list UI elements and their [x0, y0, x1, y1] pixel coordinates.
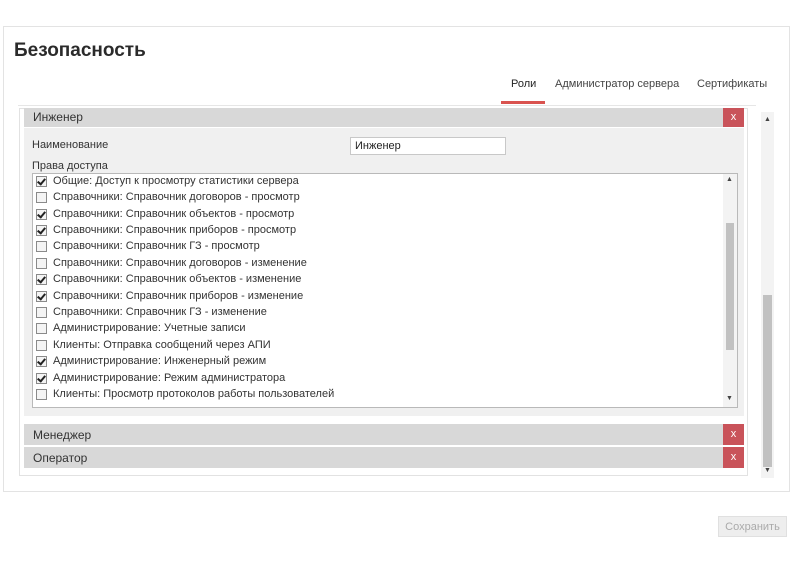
permission-item[interactable]: Общие: Доступ к просмотру статистики сер…	[36, 174, 299, 189]
checkbox-checked-icon[interactable]	[36, 273, 47, 285]
permission-item[interactable]: Администрирование: Инженерный режим	[36, 353, 266, 369]
tab-server-admin[interactable]: Администратор сервера	[555, 78, 679, 90]
delete-role-button[interactable]: x	[723, 108, 744, 127]
page-title: Безопасность	[14, 40, 146, 61]
scroll-down-arrow-icon[interactable]: ▼	[764, 467, 771, 474]
checkbox-checked-icon[interactable]	[36, 208, 47, 220]
permission-item[interactable]: Справочники: Справочник договоров - изме…	[36, 255, 307, 271]
role-header-engineer[interactable]: Инженер x	[24, 108, 744, 127]
checkbox-unchecked-icon[interactable]	[36, 240, 47, 252]
checkbox-checked-icon[interactable]	[36, 290, 47, 302]
name-label: Наименование	[32, 139, 109, 151]
tabs-divider	[18, 105, 756, 106]
permission-item[interactable]: Справочники: Справочник объектов - измен…	[36, 271, 301, 287]
scrollbar-thumb[interactable]	[763, 295, 772, 467]
permission-item[interactable]: Клиенты: Отправка сообщений через АПИ	[36, 337, 271, 353]
role-name-input[interactable]	[350, 137, 506, 155]
role-name: Инженер	[33, 110, 83, 124]
scroll-down-arrow-icon[interactable]: ▼	[726, 395, 733, 402]
rights-label: Права доступа	[32, 160, 108, 172]
permissions-scrollbar[interactable]: ▲ ▼	[723, 174, 737, 407]
permission-item[interactable]: Справочники: Справочник приборов - измен…	[36, 288, 303, 304]
checkbox-checked-icon[interactable]	[36, 175, 47, 187]
tab-bar: Роли Администратор сервера Сертификаты	[0, 78, 800, 106]
scroll-up-arrow-icon[interactable]: ▲	[764, 116, 771, 123]
permissions-list[interactable]: Общие: Доступ к просмотру статистики сер…	[32, 173, 738, 408]
checkbox-unchecked-icon[interactable]	[36, 257, 47, 269]
checkbox-unchecked-icon[interactable]	[36, 306, 47, 318]
permission-item[interactable]: Администрирование: Режим администратора	[36, 370, 285, 386]
role-name: Оператор	[33, 451, 88, 465]
active-tab-indicator	[501, 101, 545, 104]
delete-role-button[interactable]: x	[723, 447, 744, 468]
role-name: Менеджер	[33, 428, 92, 442]
checkbox-checked-icon[interactable]	[36, 224, 47, 236]
checkbox-unchecked-icon[interactable]	[36, 339, 47, 351]
roles-scrollbar[interactable]: ▲ ▼	[761, 112, 774, 478]
permission-item[interactable]: Справочники: Справочник ГЗ - изменение	[36, 304, 267, 320]
scrollbar-thumb[interactable]	[726, 223, 734, 350]
permission-item[interactable]: Администрирование: Учетные записи	[36, 320, 246, 336]
tab-certificates[interactable]: Сертификаты	[697, 78, 767, 90]
permission-item[interactable]: Справочники: Справочник ГЗ - просмотр	[36, 238, 260, 254]
permission-item[interactable]: Клиенты: Просмотр протоколов работы поль…	[36, 386, 334, 402]
checkbox-unchecked-icon[interactable]	[36, 322, 47, 334]
checkbox-unchecked-icon[interactable]	[36, 191, 47, 203]
checkbox-unchecked-icon[interactable]	[36, 388, 47, 400]
delete-role-button[interactable]: x	[723, 424, 744, 445]
scroll-up-arrow-icon[interactable]: ▲	[726, 176, 733, 183]
role-header-manager[interactable]: Менеджер x	[24, 424, 744, 445]
permission-item[interactable]: Справочники: Справочник договоров - прос…	[36, 189, 300, 205]
checkbox-checked-icon[interactable]	[36, 372, 47, 384]
permission-item[interactable]: Справочники: Справочник объектов - просм…	[36, 206, 294, 222]
checkbox-checked-icon[interactable]	[36, 355, 47, 367]
tab-roles[interactable]: Роли	[511, 78, 536, 90]
save-button[interactable]: Сохранить	[718, 516, 787, 537]
permission-item[interactable]: Справочники: Справочник приборов - просм…	[36, 222, 296, 238]
role-header-operator[interactable]: Оператор x	[24, 447, 744, 468]
